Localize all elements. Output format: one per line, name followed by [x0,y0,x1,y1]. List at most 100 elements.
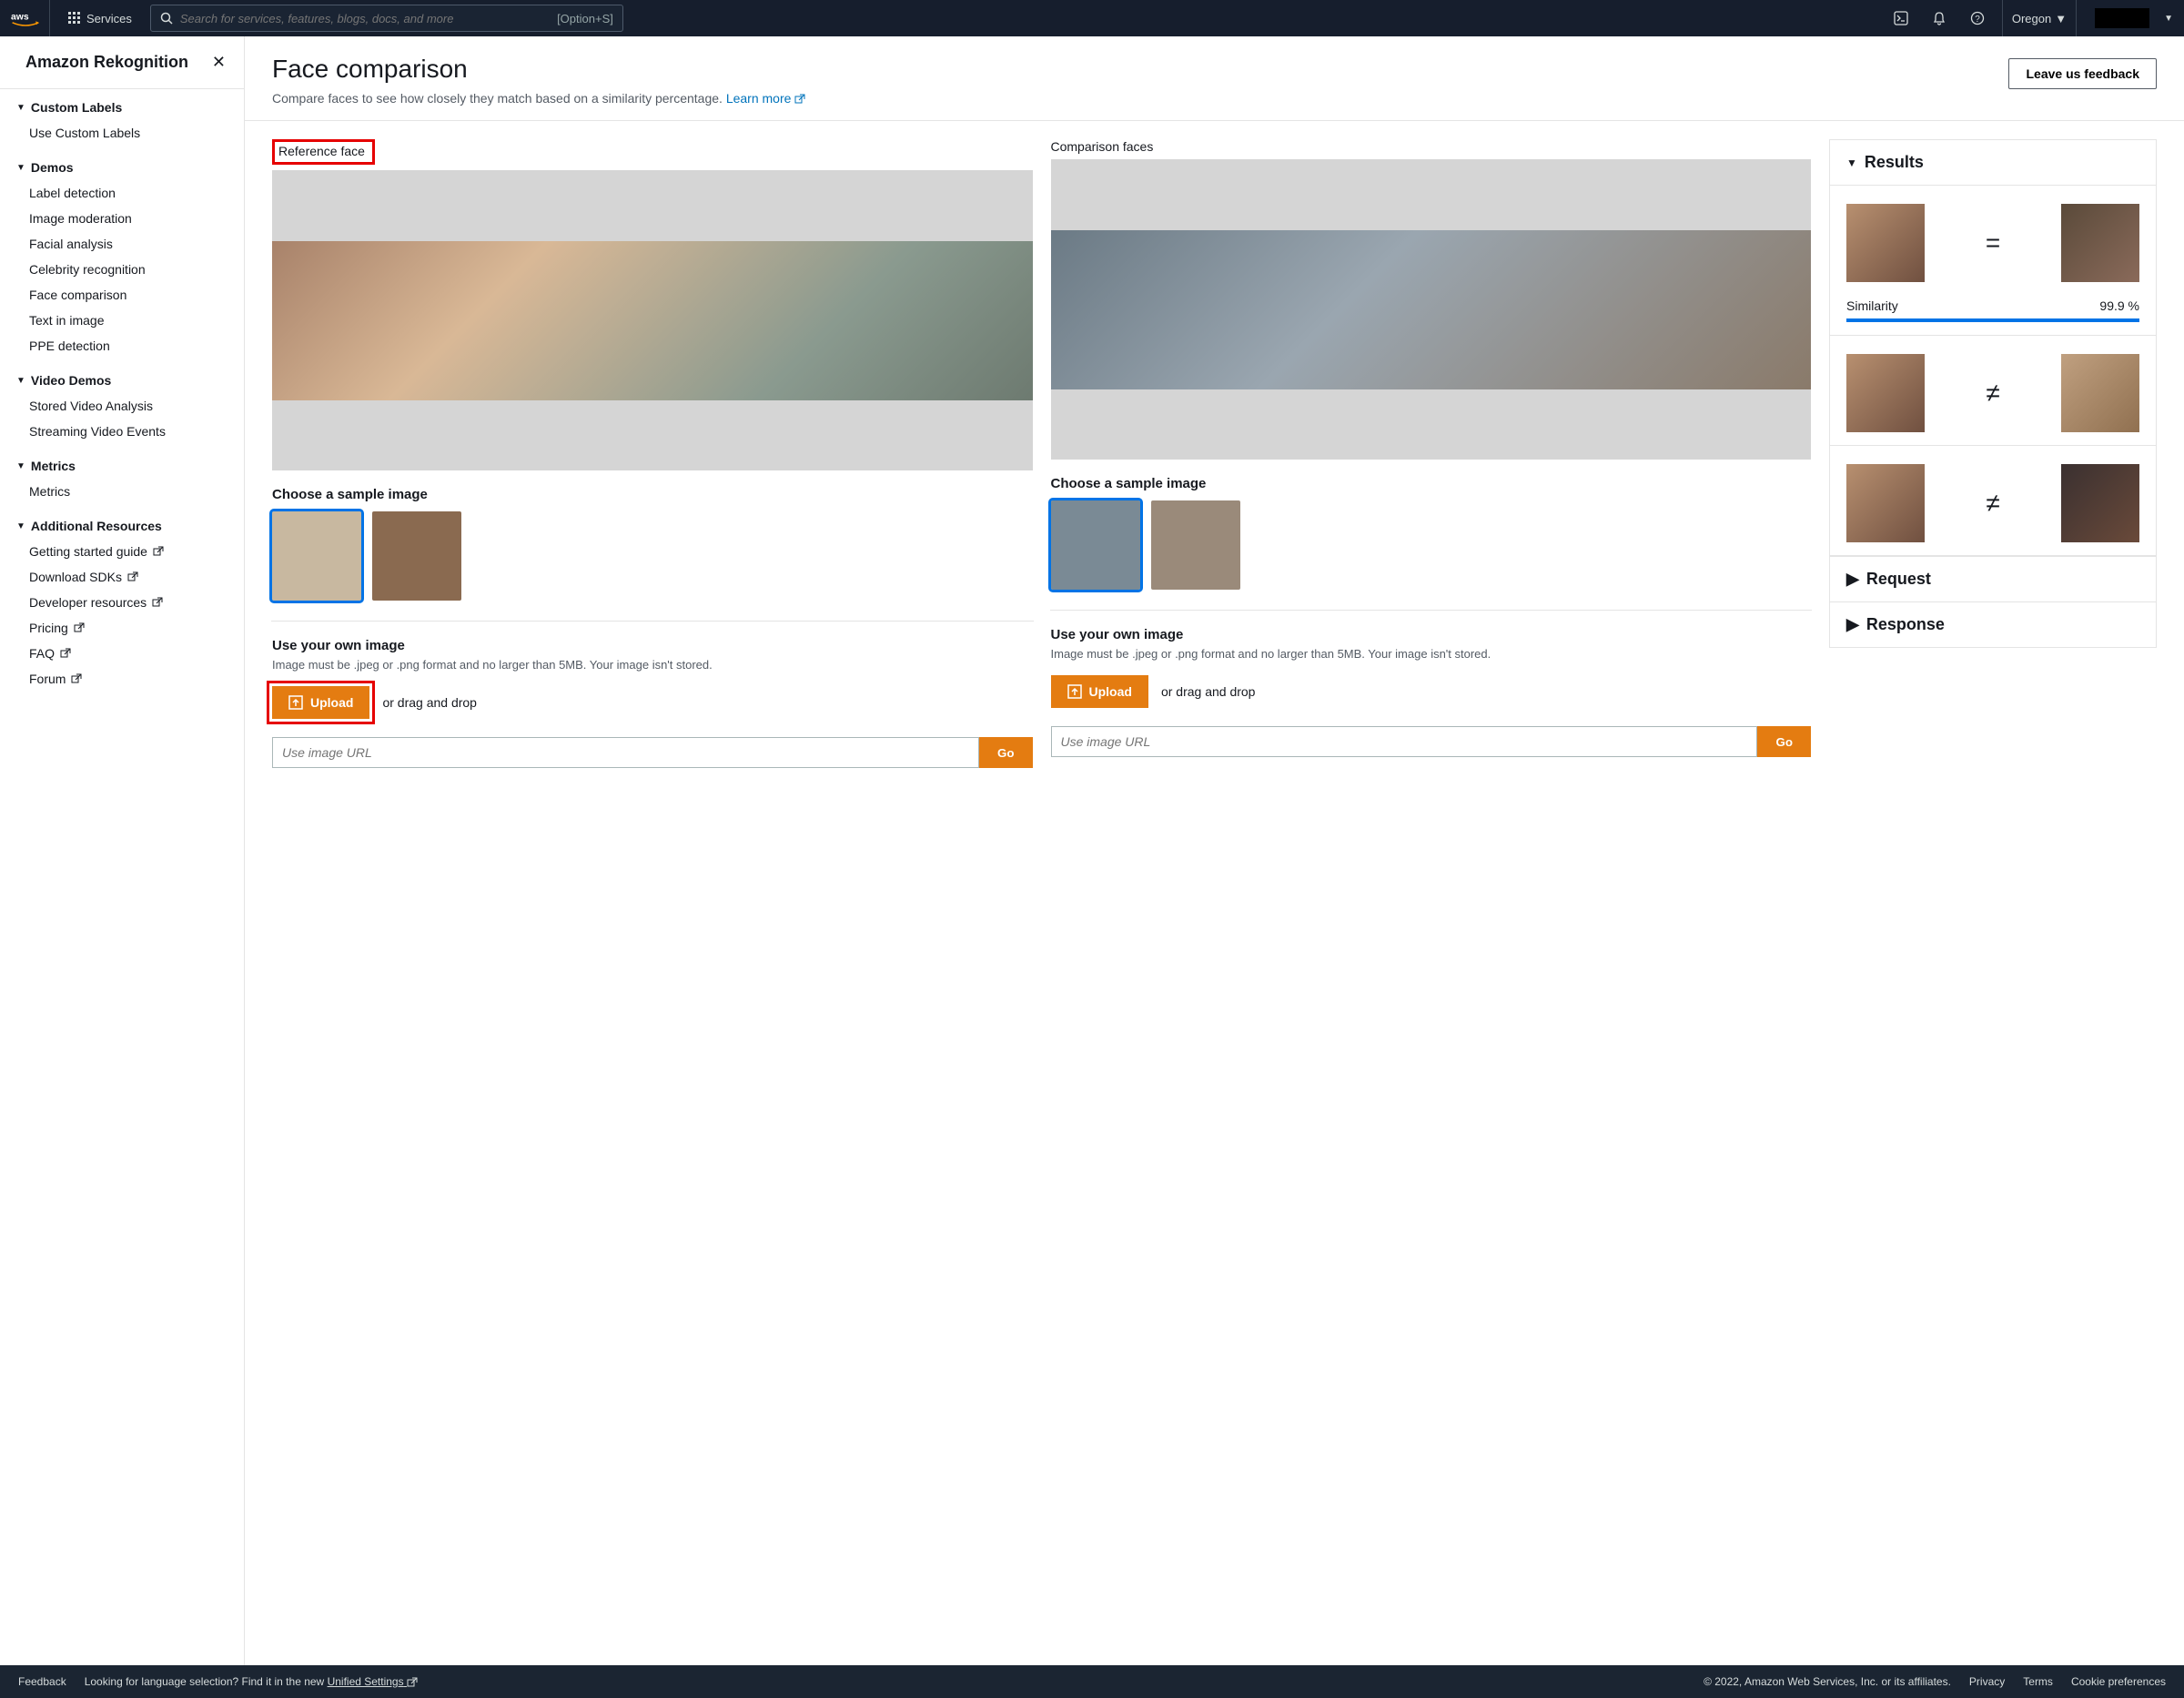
external-link-icon [71,673,82,684]
notifications-icon[interactable] [1926,11,1953,25]
upload-button[interactable]: Upload [1051,675,1148,708]
page-subtitle: Compare faces to see how closely they ma… [272,91,805,106]
sidebar-item-facial-analysis[interactable]: Facial analysis [16,231,226,257]
caret-down-icon: ▼ [16,163,25,173]
comparison-image-preview [1051,159,1812,460]
results-header[interactable]: ▼ Results [1830,140,2156,186]
search-icon [160,12,173,25]
caret-right-icon: ▶ [1846,615,1859,634]
region-selector[interactable]: Oregon ▼ [2002,0,2077,36]
choose-sample-label: Choose a sample image [272,487,1033,502]
external-link-icon [127,571,138,582]
own-image-sub: Image must be .jpeg or .png format and n… [1051,646,1812,662]
section-additional-resources[interactable]: ▼Additional Resources [16,519,226,533]
sidebar-item-image-moderation[interactable]: Image moderation [16,206,226,231]
sidebar-item-use-custom-labels[interactable]: Use Custom Labels [16,120,226,146]
own-image-title: Use your own image [272,638,1033,653]
choose-sample-label: Choose a sample image [1051,476,1812,491]
image-url-input[interactable] [272,737,979,768]
not-equals-icon: ≠ [1986,379,1999,408]
sidebar-item-label-detection[interactable]: Label detection [16,180,226,206]
sample-thumb-1[interactable] [272,511,361,601]
footer-feedback-link[interactable]: Feedback [18,1675,66,1688]
section-metrics[interactable]: ▼Metrics [16,459,226,473]
learn-more-link[interactable]: Learn more [726,91,805,106]
external-link-icon [153,546,164,557]
response-panel-header[interactable]: ▶ Response [1830,601,2156,647]
external-link-icon [74,622,85,633]
page-header: Face comparison Compare faces to see how… [245,36,2184,121]
caret-down-icon: ▼ [16,521,25,531]
sidebar-item-face-comparison[interactable]: Face comparison [16,282,226,308]
caret-down-icon: ▼ [2164,14,2173,24]
sidebar-item-faq[interactable]: FAQ [16,641,226,666]
sample-thumb-2[interactable] [1151,500,1240,590]
sidebar-item-ppe-detection[interactable]: PPE detection [16,333,226,359]
sample-thumb-1[interactable] [1051,500,1140,590]
sidebar-item-forum[interactable]: Forum [16,666,226,692]
sidebar-item-celebrity-recognition[interactable]: Celebrity recognition [16,257,226,282]
section-custom-labels[interactable]: ▼Custom Labels [16,100,226,115]
reference-face-label: Reference face [272,139,375,165]
sidebar-item-developer-resources[interactable]: Developer resources [16,590,226,615]
section-demos[interactable]: ▼Demos [16,160,226,175]
go-button[interactable]: Go [979,737,1033,768]
grid-icon [68,12,81,25]
comparison-faces-label: Comparison faces [1051,139,1154,154]
sample-thumb-2[interactable] [372,511,461,601]
sidebar-item-text-in-image[interactable]: Text in image [16,308,226,333]
svg-text:aws: aws [11,13,29,23]
similarity-value: 99.9 % [2099,298,2139,313]
footer-privacy-link[interactable]: Privacy [1969,1675,2005,1688]
unified-settings-link[interactable]: Unified Settings [328,1675,418,1688]
caret-down-icon: ▼ [1846,157,1857,169]
footer-copyright: © 2022, Amazon Web Services, Inc. or its… [1704,1675,1951,1688]
search-shortcut: [Option+S] [557,12,613,25]
reference-image-preview [272,170,1033,470]
main-content: Face comparison Compare faces to see how… [245,36,2184,1665]
caret-down-icon: ▼ [2055,12,2067,25]
results-panel: ▼ Results = Similarity 99.9 % [1829,139,2157,648]
services-menu[interactable]: Services [61,0,139,36]
sidebar-item-pricing[interactable]: Pricing [16,615,226,641]
global-search[interactable]: [Option+S] [150,5,623,32]
section-video-demos[interactable]: ▼Video Demos [16,373,226,388]
help-icon[interactable]: ? [1964,11,1991,25]
sidebar-item-download-sdks[interactable]: Download SDKs [16,564,226,590]
go-button[interactable]: Go [1757,726,1811,757]
sidebar-item-metrics[interactable]: Metrics [16,479,226,504]
footer-cookie-link[interactable]: Cookie preferences [2071,1675,2166,1688]
caret-down-icon: ▼ [16,461,25,471]
result-row: ≠ [1830,446,2156,556]
result-row: ≠ [1830,336,2156,446]
external-link-icon [60,648,71,659]
page-title: Face comparison [272,55,805,84]
similarity-label: Similarity [1846,298,1898,313]
aws-logo[interactable]: aws [11,0,50,36]
image-url-input[interactable] [1051,726,1758,757]
request-panel-header[interactable]: ▶ Request [1830,556,2156,601]
drag-drop-label: or drag and drop [382,694,477,711]
services-label: Services [86,12,132,25]
upload-icon [288,695,303,710]
sidebar-item-stored-video[interactable]: Stored Video Analysis [16,393,226,419]
sidebar-item-getting-started[interactable]: Getting started guide [16,539,226,564]
result-face-nomatch [2061,354,2139,432]
result-face-nomatch [2061,464,2139,542]
caret-down-icon: ▼ [16,103,25,113]
not-equals-icon: ≠ [1986,489,1999,518]
external-link-icon [152,597,163,608]
account-menu[interactable] [2095,8,2149,28]
close-icon[interactable]: ✕ [212,53,226,72]
footer-terms-link[interactable]: Terms [2023,1675,2053,1688]
footer: Feedback Looking for language selection?… [0,1665,2184,1698]
leave-feedback-button[interactable]: Leave us feedback [2008,58,2157,89]
own-image-title: Use your own image [1051,627,1812,642]
result-face-ref [1846,204,1925,282]
search-input[interactable] [180,12,550,25]
drag-drop-label: or drag and drop [1161,683,1256,700]
sidebar-item-streaming-video[interactable]: Streaming Video Events [16,419,226,444]
upload-button[interactable]: Upload [272,686,369,719]
result-row: = Similarity 99.9 % [1830,186,2156,336]
cloudshell-icon[interactable] [1887,11,1915,25]
